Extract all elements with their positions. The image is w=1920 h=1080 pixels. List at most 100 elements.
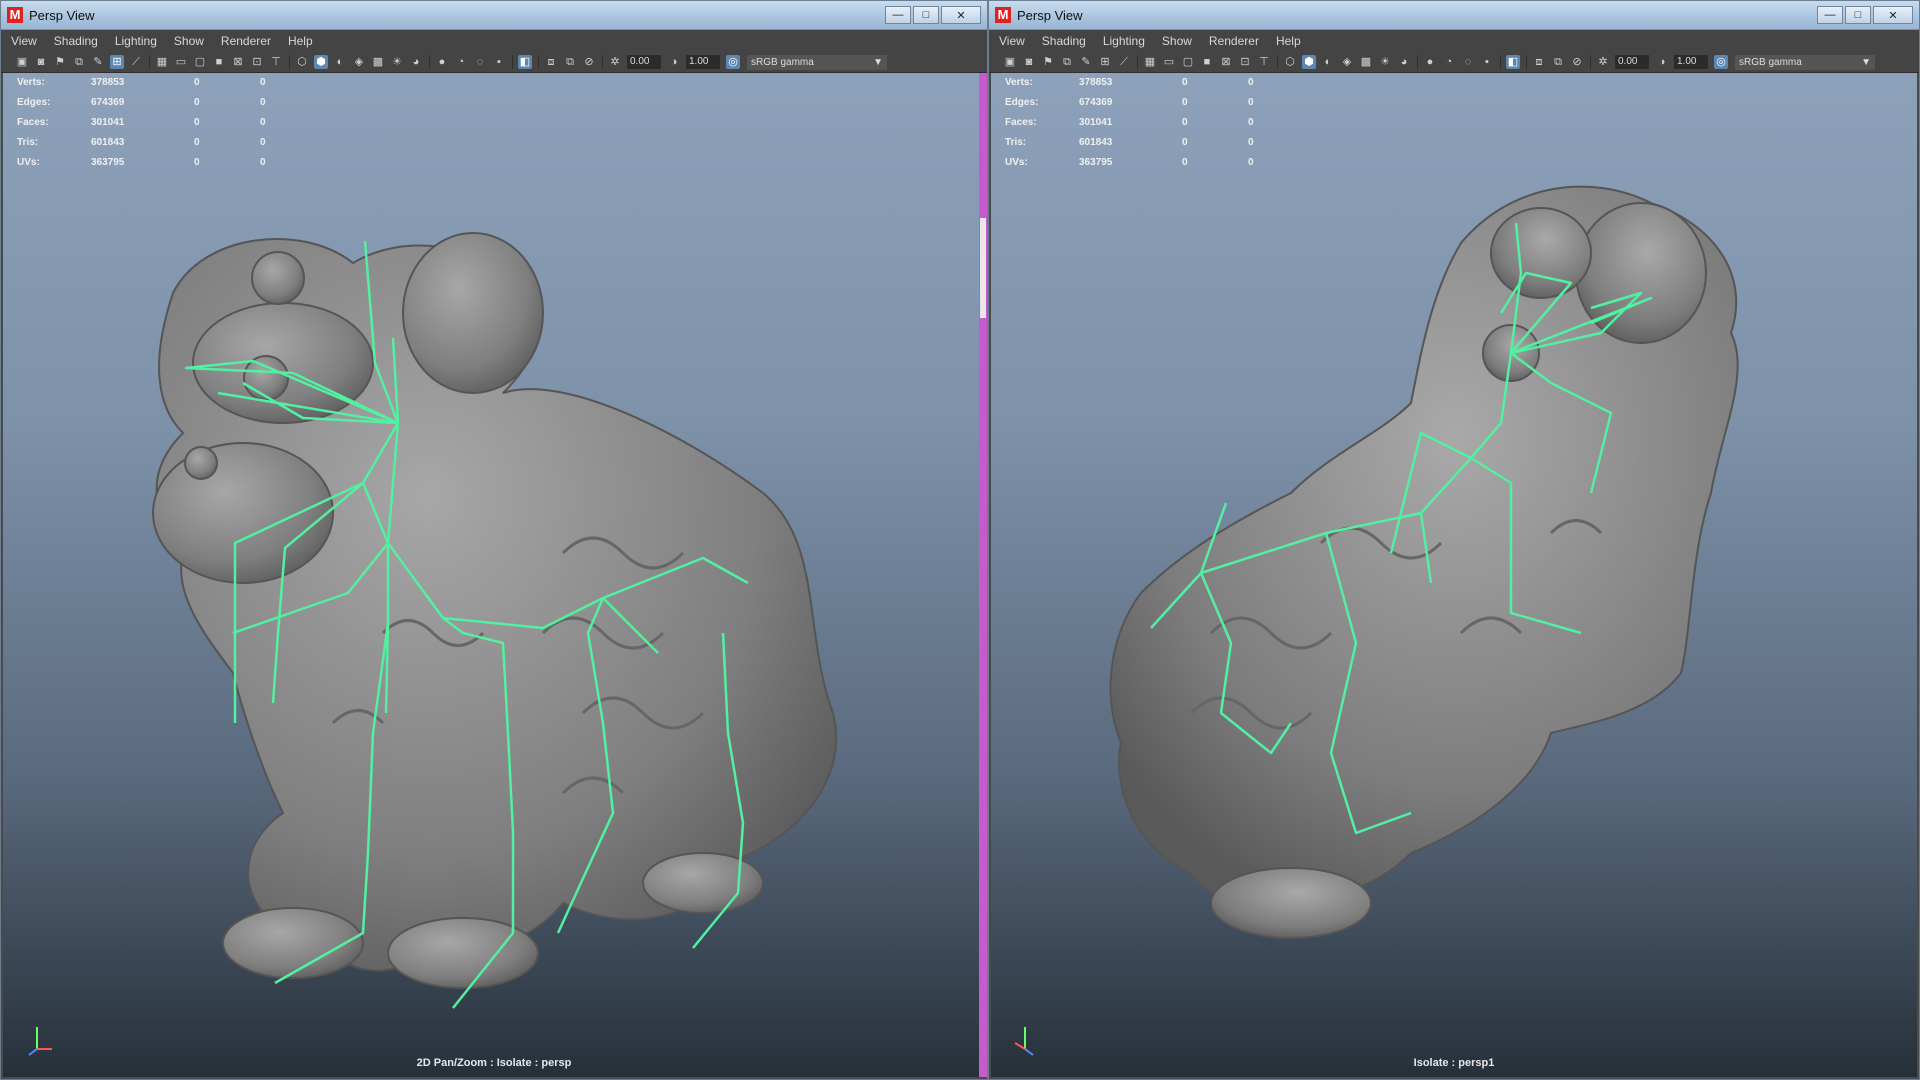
panel-toolbar: ▣ ◙ ⚑ ⧉ ✎ ⊞ ⟋ ▦ ▭ ▢ ■ ⊠ ⊡ ⊤ ⬡ ⬢ ◐ ◈ ▩ ☀ … xyxy=(1,52,987,73)
maya-logo-icon: M xyxy=(995,7,1011,23)
colorspace-select[interactable]: sRGB gamma ▼ xyxy=(747,54,887,70)
smooth-shade-icon[interactable]: ⬢ xyxy=(1302,55,1316,69)
menu-renderer[interactable]: Renderer xyxy=(1209,34,1259,48)
film-gate-icon[interactable]: ▭ xyxy=(174,55,188,69)
isolate-icon[interactable]: ◧ xyxy=(518,55,532,69)
brush-icon[interactable]: ⟋ xyxy=(1117,55,1131,69)
gate-mask-icon[interactable]: ■ xyxy=(1200,55,1214,69)
panel-scrollbar[interactable] xyxy=(979,73,987,1077)
poly-count-hud: Verts: 378853 0 0 Edges: 674369 0 0 Faces: 3010… xyxy=(17,73,290,173)
menu-view[interactable]: View xyxy=(11,34,37,48)
depth-of-field-icon[interactable]: ▪ xyxy=(492,55,506,69)
grid-icon[interactable]: ▦ xyxy=(155,55,169,69)
backface-icon[interactable]: ⊘ xyxy=(1570,55,1584,69)
pan-zoom-icon[interactable]: ⊞ xyxy=(1098,55,1112,69)
exposure-field[interactable]: 0.00 xyxy=(1615,55,1649,69)
close-button[interactable]: ✕ xyxy=(941,6,981,24)
gamma-field[interactable]: 1.00 xyxy=(1674,55,1708,69)
exposure-icon[interactable]: ✲ xyxy=(1596,55,1610,69)
scrollbar-thumb[interactable] xyxy=(980,218,986,318)
antialias-icon[interactable]: ◌ xyxy=(1461,55,1475,69)
safe-title-icon[interactable]: ⊤ xyxy=(1257,55,1271,69)
ambient-occlusion-icon[interactable]: ● xyxy=(435,55,449,69)
camera-attributes-icon[interactable]: ◙ xyxy=(34,55,48,69)
select-camera-icon[interactable]: ▣ xyxy=(15,55,29,69)
wireframe-icon[interactable]: ⬡ xyxy=(295,55,309,69)
grease-pencil-icon[interactable]: ✎ xyxy=(91,55,105,69)
depth-of-field-icon[interactable]: ▪ xyxy=(1480,55,1494,69)
light-icon[interactable]: ☀ xyxy=(390,55,404,69)
menu-help[interactable]: Help xyxy=(1276,34,1301,48)
select-camera-icon[interactable]: ▣ xyxy=(1003,55,1017,69)
xray-icon[interactable]: ▩ xyxy=(371,55,385,69)
xray-joints-icon[interactable]: ⧈ xyxy=(544,55,558,69)
menu-lighting[interactable]: Lighting xyxy=(1103,34,1145,48)
image-plane-icon[interactable]: ⧉ xyxy=(1060,55,1074,69)
film-gate-icon[interactable]: ▭ xyxy=(1162,55,1176,69)
title-bar[interactable]: M Persp View — □ ✕ xyxy=(989,1,1919,30)
close-button[interactable]: ✕ xyxy=(1873,6,1913,24)
viewport-canvas[interactable]: Verts: 378853 0 0 Edges: 674369 0 0 Faces: 3010… xyxy=(3,73,985,1077)
menu-lighting[interactable]: Lighting xyxy=(115,34,157,48)
light-icon[interactable]: ☀ xyxy=(1378,55,1392,69)
xray-icon[interactable]: ▩ xyxy=(1359,55,1373,69)
smooth-shade-icon[interactable]: ⬢ xyxy=(314,55,328,69)
backface-icon[interactable]: ⊘ xyxy=(582,55,596,69)
exposure-icon[interactable]: ✲ xyxy=(608,55,622,69)
menu-shading[interactable]: Shading xyxy=(1042,34,1086,48)
wireframe-icon[interactable]: ⬡ xyxy=(1283,55,1297,69)
exposure-field[interactable]: 0.00 xyxy=(627,55,661,69)
minimize-button[interactable]: — xyxy=(1817,6,1843,24)
xray-joints-icon[interactable]: ⧈ xyxy=(1532,55,1546,69)
grease-pencil-icon[interactable]: ✎ xyxy=(1079,55,1093,69)
gate-mask-icon[interactable]: ■ xyxy=(212,55,226,69)
field-chart-icon[interactable]: ⊠ xyxy=(1219,55,1233,69)
shadows-icon[interactable]: ◕ xyxy=(409,55,423,69)
resolution-gate-icon[interactable]: ▢ xyxy=(193,55,207,69)
image-plane-icon[interactable]: ⧉ xyxy=(72,55,86,69)
colorspace-icon[interactable]: ◎ xyxy=(1714,55,1728,69)
textured-icon[interactable]: ◈ xyxy=(1340,55,1354,69)
safe-action-icon[interactable]: ⊡ xyxy=(250,55,264,69)
wireframe-on-shaded-icon[interactable]: ◐ xyxy=(1321,55,1335,69)
maximize-button[interactable]: □ xyxy=(913,6,939,24)
menu-renderer[interactable]: Renderer xyxy=(221,34,271,48)
field-chart-icon[interactable]: ⊠ xyxy=(231,55,245,69)
grid-icon[interactable]: ▦ xyxy=(1143,55,1157,69)
gamma-icon[interactable]: ◑ xyxy=(667,55,681,69)
xray-active-icon[interactable]: ⧉ xyxy=(1551,55,1565,69)
minimize-button[interactable]: — xyxy=(885,6,911,24)
maximize-button[interactable]: □ xyxy=(1845,6,1871,24)
safe-title-icon[interactable]: ⊤ xyxy=(269,55,283,69)
camera-attributes-icon[interactable]: ◙ xyxy=(1022,55,1036,69)
xray-active-icon[interactable]: ⧉ xyxy=(563,55,577,69)
ambient-occlusion-icon[interactable]: ● xyxy=(1423,55,1437,69)
pan-zoom-icon[interactable]: ⊞ xyxy=(110,55,124,69)
menu-show[interactable]: Show xyxy=(174,34,204,48)
colorspace-icon[interactable]: ◎ xyxy=(726,55,740,69)
isolate-icon[interactable]: ◧ xyxy=(1506,55,1520,69)
gamma-field[interactable]: 1.00 xyxy=(686,55,720,69)
hud-row-verts: Verts: 378853 0 0 xyxy=(1005,77,1254,88)
antialias-icon[interactable]: ◌ xyxy=(473,55,487,69)
lion-mesh xyxy=(152,232,838,989)
shadows-icon[interactable]: ◕ xyxy=(1397,55,1411,69)
bookmark-icon[interactable]: ⚑ xyxy=(1041,55,1055,69)
colorspace-select[interactable]: sRGB gamma ▼ xyxy=(1735,54,1875,70)
gamma-icon[interactable]: ◑ xyxy=(1655,55,1669,69)
viewport-canvas[interactable]: Verts: 378853 0 0 Edges: 674369 0 0 Faces: 3010… xyxy=(991,73,1917,1077)
hud-row-edges: Edges: 674369 0 0 xyxy=(17,97,266,108)
menu-shading[interactable]: Shading xyxy=(54,34,98,48)
motion-blur-icon[interactable]: ◔ xyxy=(454,55,468,69)
menu-view[interactable]: View xyxy=(999,34,1025,48)
motion-blur-icon[interactable]: ◔ xyxy=(1442,55,1456,69)
textured-icon[interactable]: ◈ xyxy=(352,55,366,69)
safe-action-icon[interactable]: ⊡ xyxy=(1238,55,1252,69)
resolution-gate-icon[interactable]: ▢ xyxy=(1181,55,1195,69)
bookmark-icon[interactable]: ⚑ xyxy=(53,55,67,69)
menu-help[interactable]: Help xyxy=(288,34,313,48)
wireframe-on-shaded-icon[interactable]: ◐ xyxy=(333,55,347,69)
title-bar[interactable]: M Persp View — □ ✕ xyxy=(1,1,987,30)
menu-show[interactable]: Show xyxy=(1162,34,1192,48)
brush-icon[interactable]: ⟋ xyxy=(129,55,143,69)
